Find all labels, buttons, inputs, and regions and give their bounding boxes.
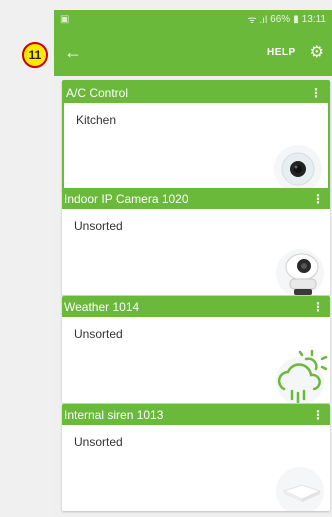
more-vert-icon[interactable]: ⋮ xyxy=(312,192,324,206)
device-name: A/C Control xyxy=(66,85,129,100)
help-button[interactable]: HELP xyxy=(267,47,296,58)
ac-control-icon xyxy=(274,145,322,189)
clock: 13:11 xyxy=(301,13,326,25)
device-room: Unsorted xyxy=(74,327,123,341)
device-card-weather[interactable]: Weather 1014 ⋮ Unsorted xyxy=(62,296,330,403)
phone-screen: ▣ ᯤ .ıl 66% ▮ 13:11 ← HELP ⚙ A/C Control… xyxy=(54,10,332,517)
device-room: Kitchen xyxy=(76,113,117,127)
battery-icon: ▮ xyxy=(293,13,299,25)
device-name: Weather 1014 xyxy=(64,299,140,314)
app-bar: ← HELP ⚙ xyxy=(54,28,332,76)
device-card-header: Weather 1014 ⋮ xyxy=(62,296,330,317)
signal-icon: ᯤ .ıl xyxy=(247,15,268,26)
siren-icon xyxy=(276,467,324,511)
device-name: Indoor IP Camera 1020 xyxy=(64,191,189,206)
device-card-internal-siren[interactable]: Internal siren 1013 ⋮ Unsorted xyxy=(62,404,330,511)
more-vert-icon[interactable]: ⋮ xyxy=(312,300,324,314)
device-name: Internal siren 1013 xyxy=(64,407,164,422)
notification-icon: ▣ xyxy=(60,13,70,25)
device-card-header: Indoor IP Camera 1020 ⋮ xyxy=(62,188,330,209)
device-room: Unsorted xyxy=(74,219,123,233)
device-card-header: A/C Control ⋮ xyxy=(64,82,328,103)
device-card-ac-control[interactable]: A/C Control ⋮ Kitchen xyxy=(62,80,330,191)
device-card-ip-camera[interactable]: Indoor IP Camera 1020 ⋮ Unsorted xyxy=(62,188,330,295)
device-card-header: Internal siren 1013 ⋮ xyxy=(62,404,330,425)
more-vert-icon[interactable]: ⋮ xyxy=(312,408,324,422)
weather-icon xyxy=(276,349,328,403)
ip-camera-icon xyxy=(276,249,324,295)
gear-icon[interactable]: ⚙ xyxy=(310,42,324,62)
battery-level: 66% xyxy=(270,13,291,25)
back-arrow-icon[interactable]: ← xyxy=(64,42,82,63)
step-marker-badge: 11 xyxy=(22,42,48,68)
status-bar: ▣ ᯤ .ıl 66% ▮ 13:11 xyxy=(54,10,332,28)
more-vert-icon[interactable]: ⋮ xyxy=(310,86,322,100)
device-room: Unsorted xyxy=(74,435,123,449)
